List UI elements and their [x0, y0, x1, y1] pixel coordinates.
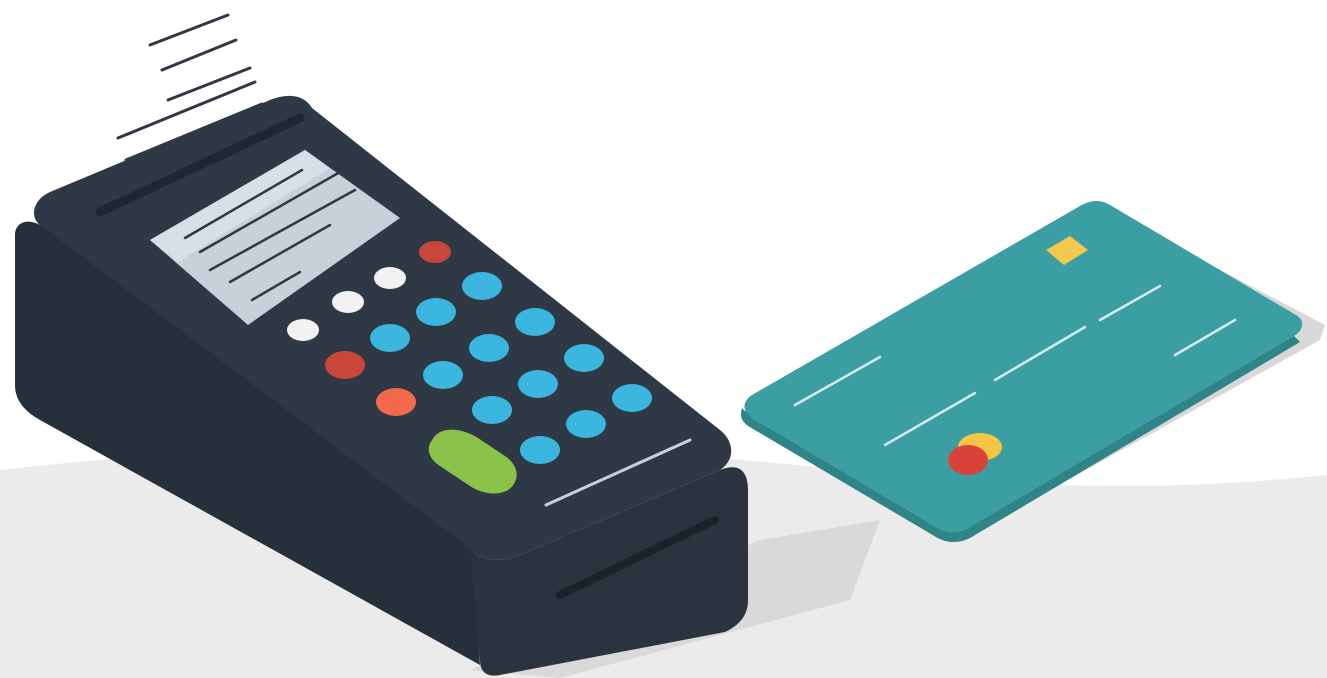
key-blue: [472, 396, 512, 424]
key-blue: [416, 298, 456, 326]
key-white: [287, 319, 319, 341]
cutoff-caption: [430, 652, 970, 678]
key-white: [374, 267, 406, 289]
key-orange: [376, 388, 416, 416]
key-blue: [564, 344, 604, 372]
key-red: [419, 241, 451, 263]
key-blue: [462, 272, 502, 300]
key-blue: [423, 361, 463, 389]
key-blue: [370, 324, 410, 352]
card-logo-red: [948, 445, 988, 475]
illustration-canvas: [0, 13, 1327, 678]
key-red: [325, 351, 365, 379]
key-blue: [518, 370, 558, 398]
key-blue: [515, 308, 555, 336]
key-blue: [566, 410, 606, 438]
key-blue: [469, 334, 509, 362]
key-blue: [612, 384, 652, 412]
key-white: [332, 291, 364, 313]
key-blue: [520, 436, 560, 464]
